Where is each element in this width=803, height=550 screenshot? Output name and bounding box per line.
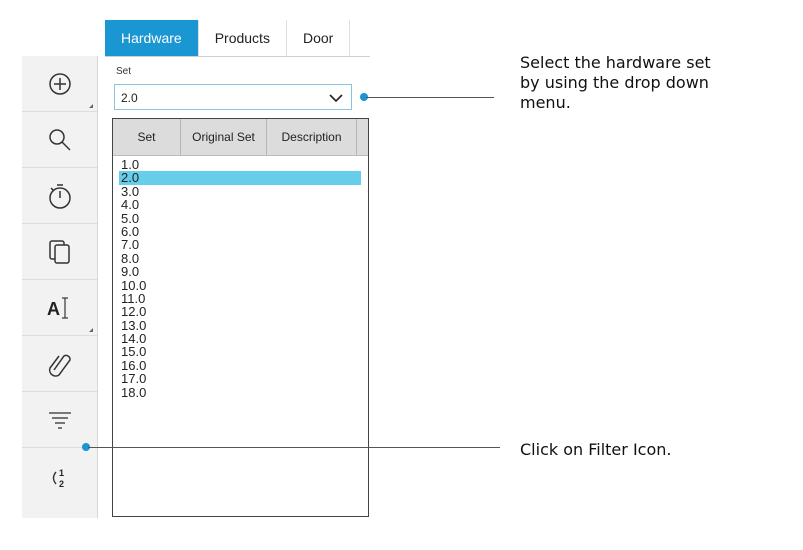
- dropdown-hint: Select the hardware set by using the dro…: [520, 53, 790, 113]
- dropdown-option[interactable]: 12.0: [119, 305, 361, 319]
- dropdown-option[interactable]: 1.0: [119, 158, 361, 172]
- set-label: Set: [116, 66, 132, 77]
- column-set[interactable]: Set: [113, 119, 181, 155]
- column-description[interactable]: Description: [267, 119, 357, 155]
- chevron-down-icon: [329, 94, 343, 103]
- tab-hardware[interactable]: Hardware: [105, 20, 199, 56]
- dropdown-option[interactable]: 14.0: [119, 332, 361, 346]
- dropdown-hint-line: Select the hardware set: [520, 53, 711, 72]
- dropdown-option[interactable]: 16.0: [119, 358, 361, 372]
- dropdown-option[interactable]: 15.0: [119, 345, 361, 359]
- dropdown-hint-line: menu.: [520, 93, 571, 112]
- dropdown-header: Set Original Set Description: [113, 119, 368, 156]
- attachment-icon: [48, 354, 71, 377]
- callout-line: [88, 447, 500, 448]
- dropdown-option[interactable]: 18.0: [119, 385, 361, 399]
- filter-button[interactable]: [22, 392, 97, 448]
- dropdown-option[interactable]: 7.0: [119, 238, 361, 252]
- text-cursor-icon: A: [47, 296, 68, 319]
- add-icon: [48, 72, 71, 95]
- submenu-corner-icon: [89, 328, 93, 332]
- filter-hint: Click on Filter Icon.: [520, 440, 672, 459]
- tab-bar: Hardware Products Door: [105, 20, 370, 57]
- svg-text:A: A: [47, 299, 60, 319]
- set-dropdown-list: Set Original Set Description 1.0 2.0 3.0 4.…: [112, 118, 369, 517]
- dropdown-option[interactable]: 8.0: [119, 251, 361, 265]
- copy-icon: [48, 239, 70, 264]
- callout-line: [366, 97, 494, 98]
- dropdown-option[interactable]: 11.0: [119, 292, 361, 306]
- filter-icon: [48, 411, 71, 429]
- dropdown-option[interactable]: 4.0: [119, 198, 361, 212]
- set-select-value: 2.0: [121, 91, 138, 105]
- dropdown-option[interactable]: 9.0: [119, 265, 361, 279]
- add-button[interactable]: [22, 56, 97, 112]
- dropdown-option[interactable]: 13.0: [119, 318, 361, 332]
- submenu-corner-icon: [89, 104, 93, 108]
- svg-text:1: 1: [59, 468, 64, 478]
- tab-products[interactable]: Products: [198, 20, 287, 56]
- attachment-button[interactable]: [22, 336, 97, 392]
- text-button[interactable]: A: [22, 280, 97, 336]
- svg-text:2: 2: [59, 479, 64, 489]
- sort-button[interactable]: 1 2: [22, 448, 97, 504]
- timer-button[interactable]: [22, 168, 97, 224]
- search-button[interactable]: [22, 112, 97, 168]
- dropdown-option[interactable]: 6.0: [119, 225, 361, 239]
- dropdown-hint-line: by using the drop down: [520, 73, 709, 92]
- dropdown-option[interactable]: 5.0: [119, 211, 361, 225]
- dropdown-option[interactable]: 2.0: [119, 171, 361, 185]
- copy-button[interactable]: [22, 224, 97, 280]
- search-icon: [48, 128, 71, 151]
- dropdown-option[interactable]: 3.0: [119, 184, 361, 198]
- sort-icon: 1 2: [52, 468, 64, 489]
- timer-icon: [48, 183, 71, 209]
- set-select[interactable]: 2.0: [114, 84, 352, 110]
- tab-door[interactable]: Door: [286, 20, 351, 56]
- column-original-set[interactable]: Original Set: [181, 119, 267, 155]
- dropdown-option[interactable]: 10.0: [119, 278, 361, 292]
- dropdown-option[interactable]: 17.0: [119, 372, 361, 386]
- dropdown-options: 1.0 2.0 3.0 4.0 5.0 6.0 7.0 8.0 9.0 10.0 11.0 12.0 1…: [119, 158, 361, 399]
